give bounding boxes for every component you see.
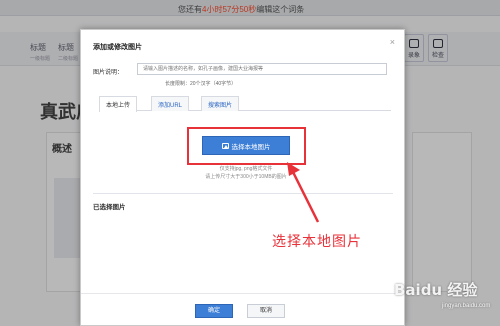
dialog-title: 添加或修改图片 [93,44,142,51]
annotation-text: 选择本地图片 [272,234,362,250]
caption-input[interactable] [137,63,387,75]
upload-support-hint: 仅支持jpg, png格式文件 请上传尺寸大于300小于10MB的图片 [205,166,287,180]
cancel-button[interactable]: 取消 [247,304,285,318]
select-local-image-button[interactable]: 选择本地图片 [202,136,290,155]
dialog-footer: 确定 取消 [81,293,404,325]
baidu-jingyan-watermark: Baidu 经验 [394,281,478,299]
tab-local-upload[interactable]: 本地上传 [99,96,138,112]
tab-add-url[interactable]: 添加URL [151,96,190,111]
divider [93,193,393,194]
select-local-image-label: 选择本地图片 [231,143,271,151]
upload-tabs: 本地上传 添加URL 搜索图片 [99,96,391,112]
watermark-url: jingyan.baidu.com [442,303,491,309]
selected-images-heading: 已选择图片 [93,204,126,211]
image-icon [221,142,229,149]
close-icon[interactable]: × [390,37,395,47]
tab-search-image[interactable]: 搜索图片 [201,96,240,111]
ok-button[interactable]: 确定 [195,304,233,318]
caption-label: 图片说明： [93,70,124,76]
add-image-dialog: 添加或修改图片 × 图片说明： 长度限制：20个汉字（40字节） 本地上传 添加… [80,29,405,326]
length-hint: 长度限制：20个汉字（40字节） [165,81,237,87]
